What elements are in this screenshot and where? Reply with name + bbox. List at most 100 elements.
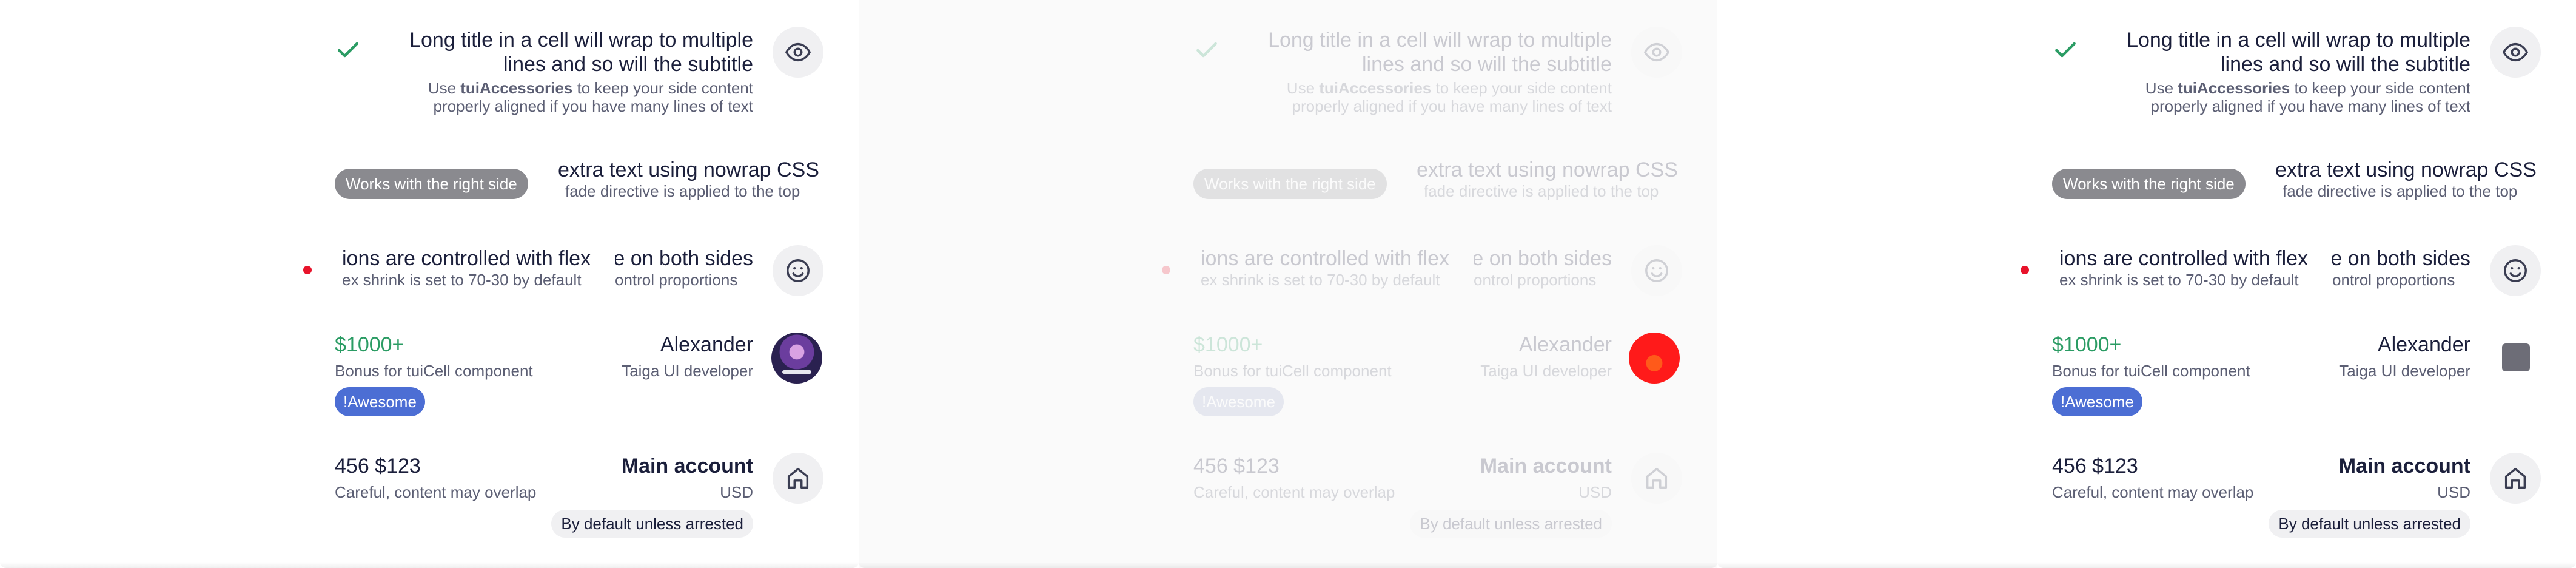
cell-long-title: Long title in a cell will wrap to multip… [1242,28,1612,115]
cell-title: extra text using nowrap CSS [1417,158,1678,181]
subtitle-bold: tuiAccessories [1319,79,1432,97]
warning-text: Careful, content may overlap [1193,483,1395,501]
account-info: Main account USD [2295,454,2470,501]
cell-subtitle: Use tuiAccessories to keep your side con… [2101,79,2470,115]
avatar [1629,333,1680,384]
user-role: Taiga UI developer [1480,362,1612,380]
subtitle-bold: tuiAccessories [2178,79,2290,97]
cell-subtitle: fade directive is applied to the top [565,182,800,200]
cell-demo-panel-2: Long title in a cell will wrap to multip… [859,0,1717,568]
cell-title: ions are controlled with flex [1201,247,1450,270]
status-chip: Works with the right side [335,169,528,199]
cell-flex-right: e on both sides ontrol proportions [1474,246,1612,289]
cell-nowrap: extra text using nowrap CSS fade directi… [2275,158,2541,200]
user-info: Alexander Taiga UI developer [565,333,753,380]
amount-label: 456 $123 [2052,455,2138,478]
avatar-placeholder [2502,343,2530,371]
cell-demo-panel-3: Long title in a cell will wrap to multip… [1717,0,2576,568]
user-role: Taiga UI developer [2339,362,2470,380]
account-name: Main account [1480,455,1612,478]
indicator-dot [303,266,312,274]
eye-button [1631,27,1682,78]
panel-shadow [859,562,1717,568]
cell-demo-panel-1: Long title in a cell will wrap to multip… [0,0,859,568]
account-info: Main account USD [577,454,753,501]
check-icon [2055,42,2076,58]
cell-subtitle: fade directive is applied to the top [1424,182,1659,200]
panel-shadow [1717,562,2576,568]
cell-flex-left: ions are controlled with flex ex shrink … [2059,246,2320,289]
cell-flex-right: e on both sides ontrol proportions [615,246,753,289]
account-name: Main account [621,455,753,478]
smile-icon [787,259,810,282]
default-chip: By default unless arrested [2269,510,2470,538]
eye-icon [785,42,811,62]
smile-button[interactable] [773,245,823,296]
cell-subtitle: ex shrink is set to 70-30 by default [2059,271,2299,289]
subtitle-bold: tuiAccessories [460,79,573,97]
price-label: $1000+ [2052,333,2122,356]
check-icon [1196,42,1217,58]
cell-title: e on both sides [615,247,753,270]
eye-button[interactable] [773,27,823,78]
home-icon [787,467,809,489]
home-button[interactable] [773,453,823,504]
cell-subtitle: ex shrink is set to 70-30 by default [342,271,582,289]
price-label: $1000+ [335,333,404,356]
cell-list-disabled: Long title in a cell will wrap to multip… [1162,0,1682,568]
indicator-dot [1162,266,1170,274]
cell-title: Long title in a cell will wrap to multip… [1268,29,1612,76]
cell-subtitle: Use tuiAccessories to keep your side con… [1242,79,1612,115]
cell-title: e on both sides [2332,247,2470,270]
cell-flex-right: e on both sides ontrol proportions [2332,246,2470,289]
check-icon [338,42,358,58]
awesome-chip: !Awesome [2052,387,2142,416]
cell-subtitle: fade directive is applied to the top [2283,182,2518,200]
warning-text: Careful, content may overlap [2052,483,2254,501]
smile-icon [1645,259,1668,282]
smile-icon [2504,259,2527,282]
user-name: Alexander [660,333,753,356]
user-info: Alexander Taiga UI developer [2283,333,2470,380]
account-name: Main account [2338,455,2470,478]
price-label: $1000+ [1193,333,1263,356]
default-chip: By default unless arrested [1410,510,1612,538]
user-info: Alexander Taiga UI developer [1424,333,1612,380]
eye-button[interactable] [2490,27,2541,78]
cell-title: ions are controlled with flex [342,247,591,270]
cell-nowrap: extra text using nowrap CSS fade directi… [558,158,823,200]
cell-subtitle: ontrol proportions [1474,271,1597,289]
account-currency: USD [720,483,753,501]
cell-title: extra text using nowrap CSS [558,158,819,181]
cell-title: e on both sides [1474,247,1612,270]
subtitle-text: Use [1286,79,1320,97]
cell-subtitle: ex shrink is set to 70-30 by default [1201,271,1440,289]
home-button [1631,453,1682,504]
cell-flex-left: ions are controlled with flex ex shrink … [342,246,603,289]
subtitle-text: Use [2145,79,2178,97]
amount-label: 456 $123 [335,455,421,478]
cell-subtitle: Use tuiAccessories to keep your side con… [383,79,753,115]
cell-title: extra text using nowrap CSS [2275,158,2537,181]
cell-list: Long title in a cell will wrap to multip… [303,0,823,568]
default-chip: By default unless arrested [551,510,753,538]
amount-label: 456 $123 [1193,455,1280,478]
awesome-chip: !Awesome [1193,387,1284,416]
cell-long-title: Long title in a cell will wrap to multip… [383,28,753,115]
cell-subtitle: Bonus for tuiCell component [335,362,533,380]
indicator-dot [2021,266,2029,274]
user-name: Alexander [2377,333,2470,356]
cell-long-title: Long title in a cell will wrap to multip… [2101,28,2470,115]
smile-button[interactable] [2490,245,2541,296]
home-button[interactable] [2490,453,2541,504]
cell-subtitle: Bonus for tuiCell component [2052,362,2250,380]
cell-title: ions are controlled with flex [2059,247,2309,270]
eye-icon [1643,42,1670,62]
cell-subtitle: ontrol proportions [615,271,738,289]
awesome-chip: !Awesome [335,387,425,416]
cell-subtitle: Bonus for tuiCell component [1193,362,1392,380]
cell-list: Long title in a cell will wrap to multip… [2021,0,2541,568]
home-icon [1646,467,1668,489]
user-role: Taiga UI developer [622,362,753,380]
account-info: Main account USD [1436,454,1612,501]
